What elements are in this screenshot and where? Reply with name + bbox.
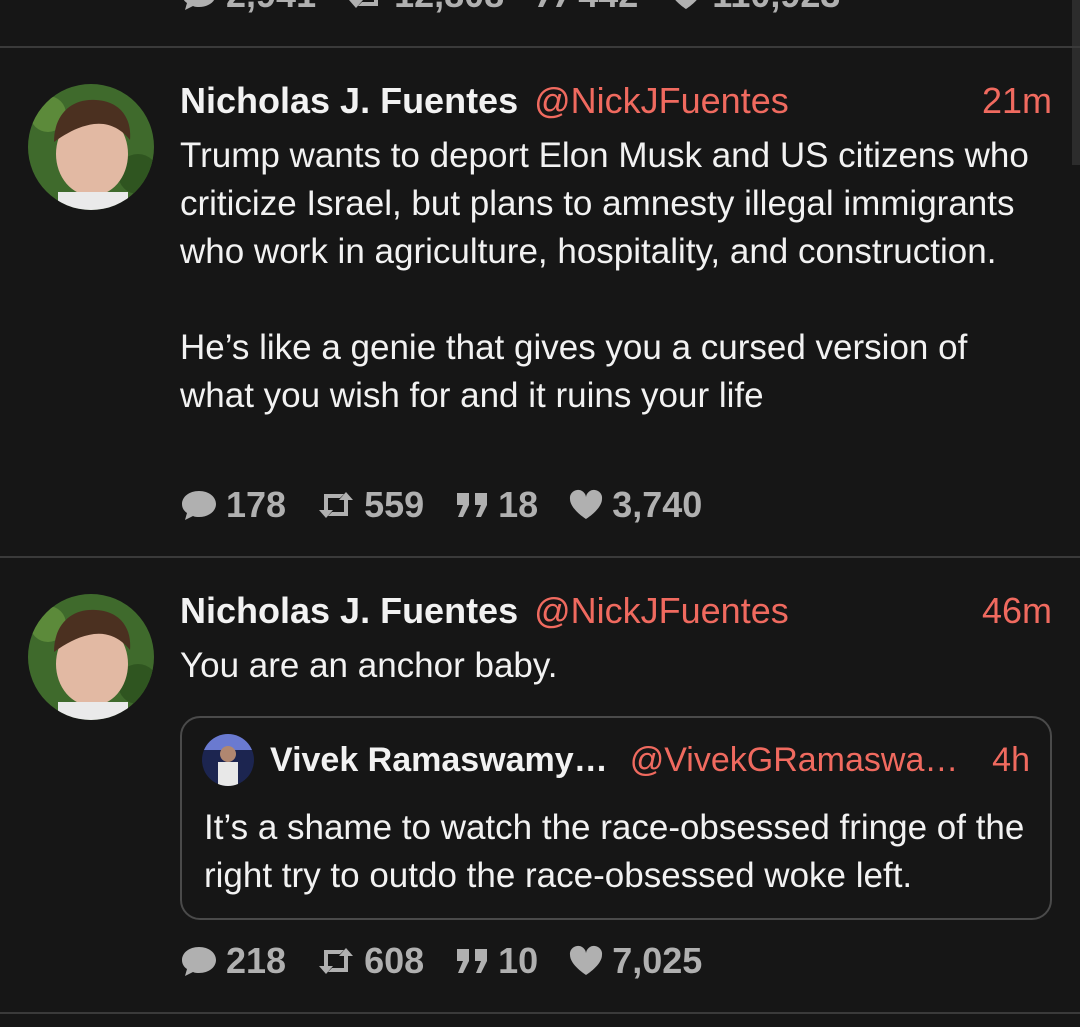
reply-icon: [183, 0, 215, 10]
tweet-time[interactable]: 21m: [982, 80, 1052, 122]
quote-icon: [457, 949, 488, 973]
quote-count: 10: [498, 940, 539, 981]
like-count: 3,740: [612, 484, 703, 525]
quoted-author-handle[interactable]: @VivekGRamaswa…: [630, 741, 959, 780]
tweet-card[interactable]: Nicholas J. Fuentes @NickJFuentes 46m Yo…: [0, 558, 1080, 1012]
previous-tweet-stats: 2,941 12,808 442 110,923: [180, 0, 870, 16]
quote-count: 442: [578, 0, 638, 16]
like-icon: [570, 489, 603, 519]
quoted-avatar[interactable]: [202, 734, 254, 786]
author-name[interactable]: Nicholas J. Fuentes: [180, 590, 518, 632]
retweet-count: 12,808: [394, 0, 504, 16]
quoted-tweet-time[interactable]: 4h: [992, 741, 1030, 780]
retweet-stat[interactable]: 608: [316, 940, 424, 982]
reply-count: 2,941: [226, 0, 316, 16]
avatar[interactable]: [28, 84, 154, 210]
quote-stat[interactable]: 18: [454, 484, 538, 526]
like-icon: [570, 945, 603, 975]
reply-stat[interactable]: 2,941: [180, 0, 316, 16]
retweet-icon: [349, 0, 379, 8]
retweet-stat[interactable]: 559: [316, 484, 424, 526]
like-stat[interactable]: 7,025: [568, 940, 702, 982]
tweet-text: You are an anchor baby.: [180, 646, 558, 685]
quoted-tweet[interactable]: Vivek Ramaswamy… @VivekGRamaswa… 4h It’s…: [180, 716, 1052, 920]
reply-count: 178: [226, 484, 287, 525]
reply-stat[interactable]: 178: [180, 484, 286, 526]
retweet-stat[interactable]: 12,808: [346, 0, 504, 16]
tweet-stats: 178 559 18 3,740: [180, 484, 732, 526]
tweet-card[interactable]: Nicholas J. Fuentes @NickJFuentes 21m Tr…: [0, 48, 1080, 556]
tweet-time[interactable]: 46m: [982, 590, 1052, 632]
like-stat[interactable]: 3,740: [568, 484, 702, 526]
quote-count: 18: [498, 484, 539, 525]
quoted-author-name[interactable]: Vivek Ramaswamy…: [270, 741, 608, 780]
tweet-feed: 2,941 12,808 442 110,923: [0, 0, 1080, 1027]
author-name[interactable]: Nicholas J. Fuentes: [180, 80, 518, 122]
like-count: 110,923: [712, 0, 840, 16]
tweet-header: Nicholas J. Fuentes @NickJFuentes 21m: [180, 80, 1052, 122]
divider: [0, 1012, 1080, 1014]
reply-icon: [182, 947, 216, 976]
avatar[interactable]: [28, 594, 154, 720]
retweet-count: 559: [364, 484, 425, 525]
reply-icon: [182, 491, 216, 520]
quoted-tweet-text: It’s a shame to watch the race-obsessed …: [204, 808, 1025, 895]
quoted-tweet-header: Vivek Ramaswamy… @VivekGRamaswa… 4h: [202, 734, 1030, 786]
quote-icon: [538, 0, 565, 7]
reply-stat[interactable]: 218: [180, 940, 286, 982]
like-count: 7,025: [612, 940, 703, 981]
author-handle[interactable]: @NickJFuentes: [534, 80, 789, 122]
quote-stat[interactable]: 442: [534, 0, 638, 16]
tweet-stats: 218 608 10 7,025: [180, 940, 732, 982]
retweet-icon: [319, 948, 354, 974]
like-stat[interactable]: 110,923: [668, 0, 840, 16]
retweet-icon: [319, 492, 354, 518]
like-icon: [675, 0, 697, 9]
quote-stat[interactable]: 10: [454, 940, 538, 982]
reply-count: 218: [226, 940, 287, 981]
author-handle[interactable]: @NickJFuentes: [534, 590, 789, 632]
quote-icon: [457, 493, 488, 517]
tweet-header: Nicholas J. Fuentes @NickJFuentes 46m: [180, 590, 1052, 632]
retweet-count: 608: [364, 940, 425, 981]
tweet-text: Trump wants to deport Elon Musk and US c…: [180, 136, 1029, 415]
